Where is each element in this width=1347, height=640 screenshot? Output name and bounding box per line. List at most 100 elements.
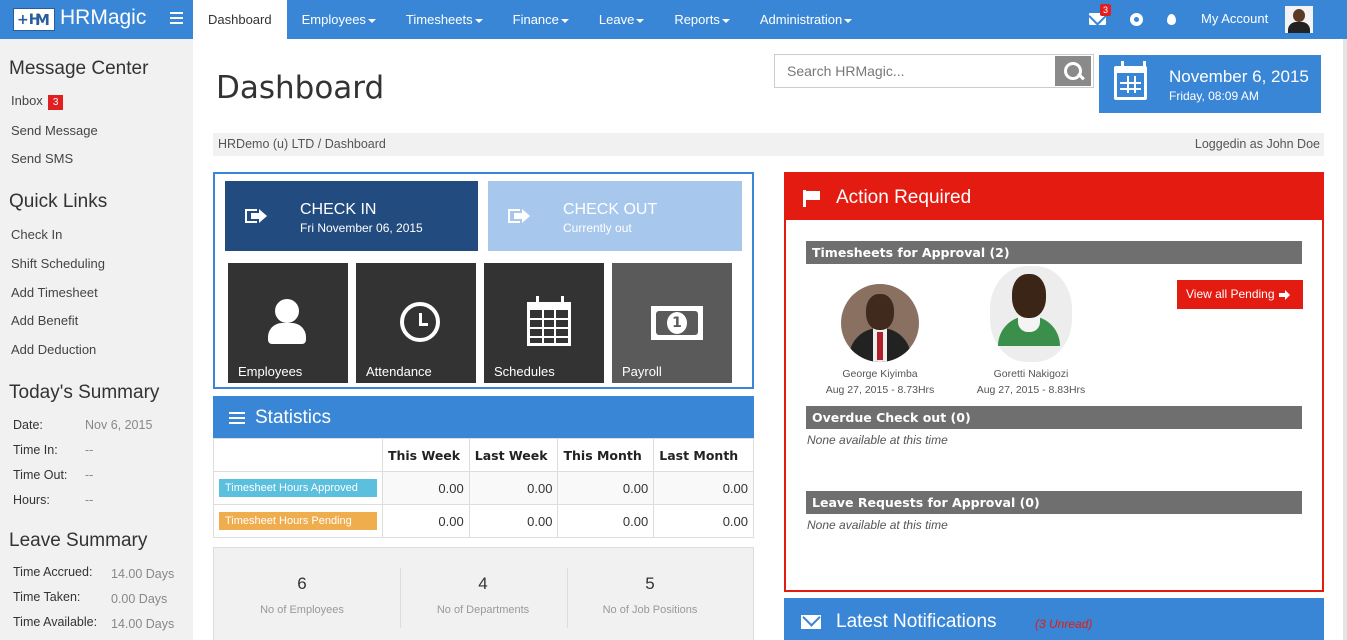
statistics-title: Statistics	[255, 407, 332, 428]
nav-leave[interactable]: Leave	[584, 0, 659, 39]
timesheets-approval-heading: Timesheets for Approval (2)	[806, 241, 1302, 264]
sign-out-icon	[508, 209, 530, 223]
sidebar-item-add-deduction[interactable]: Add Deduction	[11, 342, 96, 357]
main-nav: Dashboard Employees Timesheets Finance L…	[193, 0, 867, 39]
leave-empty-text: None available at this time	[807, 518, 948, 532]
search-box	[774, 54, 1094, 88]
status-badge: Timesheet Hours Pending	[219, 512, 377, 530]
search-icon[interactable]	[1055, 56, 1091, 86]
caret-down-icon	[474, 18, 483, 23]
caret-down-icon	[844, 18, 853, 23]
search-input[interactable]	[775, 55, 1055, 87]
calendar-icon	[1114, 61, 1147, 100]
avatar[interactable]	[1285, 6, 1313, 33]
sidebar-item-send-sms[interactable]: Send SMS	[11, 151, 73, 166]
tile-attendance[interactable]: Attendance	[356, 263, 476, 383]
count-departments: 4 No of Departments	[436, 574, 530, 616]
page-title: Dashboard	[216, 70, 385, 106]
status-badge: Timesheet Hours Approved	[219, 479, 377, 497]
unread-count: (3 Unread)	[1035, 617, 1093, 631]
summary-date-label: Date:	[13, 418, 43, 432]
table-row: Timesheet Hours Approved 0.00 0.00 0.00 …	[213, 471, 754, 505]
nav-reports[interactable]: Reports	[659, 0, 745, 39]
brand-name: HRMagic	[60, 6, 147, 29]
caret-down-icon	[560, 18, 569, 23]
action-required-header: Action Required	[786, 174, 1322, 220]
caret-down-icon	[721, 18, 730, 23]
current-day-time: Friday, 08:09 AM	[1169, 89, 1259, 103]
statistics-header: Statistics	[213, 396, 754, 438]
scrollbar[interactable]	[1343, 39, 1347, 640]
sidebar-item-check-in[interactable]: Check In	[11, 227, 62, 242]
pending-person-george[interactable]: George Kiyimba Aug 27, 2015 - 8.73Hrs	[820, 284, 940, 396]
logo: +H M	[13, 8, 55, 31]
pending-person-goretti[interactable]: Goretti Nakigozi Aug 27, 2015 - 8.83Hrs	[971, 266, 1091, 396]
nav-dashboard[interactable]: Dashboard	[193, 0, 287, 39]
statistics-table: This Week Last Week This Month Last Mont…	[213, 438, 754, 538]
tile-employees[interactable]: Employees	[228, 263, 348, 383]
current-date: November 6, 2015	[1169, 67, 1309, 86]
sidebar-item-add-timesheet[interactable]: Add Timesheet	[11, 285, 98, 300]
summary-date-value: Nov 6, 2015	[85, 418, 153, 432]
tile-payroll[interactable]: 1 Payroll	[612, 263, 732, 383]
sidebar-item-add-benefit[interactable]: Add Benefit	[11, 313, 78, 328]
count-job-positions: 5 No of Job Positions	[602, 574, 698, 616]
action-required-panel: Action Required Timesheets for Approval …	[784, 172, 1324, 592]
leave-accrued-value: 14.00 Days	[111, 567, 175, 581]
nav-employees[interactable]: Employees	[287, 0, 391, 39]
summary-time-out-label: Time Out:	[13, 468, 68, 482]
leave-requests-heading: Leave Requests for Approval (0)	[806, 491, 1302, 514]
sign-in-icon	[245, 209, 267, 223]
nav-finance[interactable]: Finance	[498, 0, 584, 39]
nav-timesheets[interactable]: Timesheets	[391, 0, 498, 39]
mail-count-badge: 3	[1100, 4, 1112, 16]
flag-icon	[803, 190, 821, 207]
leave-taken-value: 0.00 Days	[111, 592, 168, 606]
overdue-checkout-heading: Overdue Check out (0)	[806, 406, 1302, 429]
todays-summary-heading: Today's Summary	[9, 382, 160, 403]
breadcrumb-path: HRDemo (u) LTD / Dashboard	[218, 137, 386, 151]
view-all-pending-button[interactable]: View all Pending	[1177, 280, 1303, 309]
tile-schedules[interactable]: Schedules	[484, 263, 604, 383]
count-summary: 6 No of Employees 4 No of Departments 5 …	[213, 547, 754, 640]
list-icon	[229, 412, 245, 424]
logged-in-as: Loggedin as John Doe	[1194, 137, 1320, 151]
caret-down-icon	[367, 18, 376, 23]
count-employees: 6 No of Employees	[260, 574, 344, 616]
leave-accrued-label: Time Accrued:	[13, 565, 93, 579]
my-account-link[interactable]: My Account	[1201, 11, 1268, 26]
check-panel: CHECK IN Fri November 06, 2015 CHECK OUT…	[213, 172, 754, 389]
breadcrumb: HRDemo (u) LTD / Dashboard Loggedin as J…	[213, 133, 1324, 156]
sidebar: Message Center Inbox 3 Send Message Send …	[0, 39, 193, 640]
check-out-button[interactable]: CHECK OUT Currently out	[488, 181, 742, 251]
overdue-empty-text: None available at this time	[807, 433, 948, 447]
column-header: Last Month	[653, 438, 754, 472]
menu-toggle-icon[interactable]	[170, 12, 183, 26]
sidebar-item-inbox[interactable]: Inbox 3	[11, 93, 64, 110]
table-header-row: This Week Last Week This Month Last Mont…	[213, 438, 754, 472]
summary-time-out-value: --	[85, 468, 94, 482]
column-header: This Week	[381, 438, 470, 472]
sidebar-item-shift-scheduling[interactable]: Shift Scheduling	[11, 256, 105, 271]
latest-notifications-header[interactable]: Latest Notifications (3 Unread)	[784, 598, 1324, 640]
nav-administration[interactable]: Administration	[745, 0, 867, 39]
date-widget: November 6, 2015 Friday, 08:09 AM	[1099, 55, 1321, 113]
leave-available-label: Time Available:	[13, 615, 98, 629]
gear-icon[interactable]	[1130, 13, 1143, 26]
brand[interactable]: +H M HRMagic	[0, 0, 193, 39]
sidebar-item-send-message[interactable]: Send Message	[11, 123, 98, 138]
money-icon: 1	[651, 306, 703, 340]
inbox-count-badge: 3	[47, 95, 64, 110]
avatar	[990, 266, 1072, 362]
leave-available-value: 14.00 Days	[111, 617, 175, 631]
column-header: This Month	[557, 438, 655, 472]
theme-drop-icon[interactable]	[1167, 14, 1176, 25]
leave-taken-label: Time Taken:	[13, 590, 81, 604]
column-header: Last Week	[468, 438, 559, 472]
clock-icon	[400, 302, 440, 342]
calendar-icon	[527, 296, 571, 346]
summary-hours-value: --	[85, 493, 94, 507]
message-center-heading: Message Center	[9, 58, 149, 79]
summary-time-in-value: --	[85, 443, 94, 457]
check-in-button[interactable]: CHECK IN Fri November 06, 2015	[225, 181, 478, 251]
